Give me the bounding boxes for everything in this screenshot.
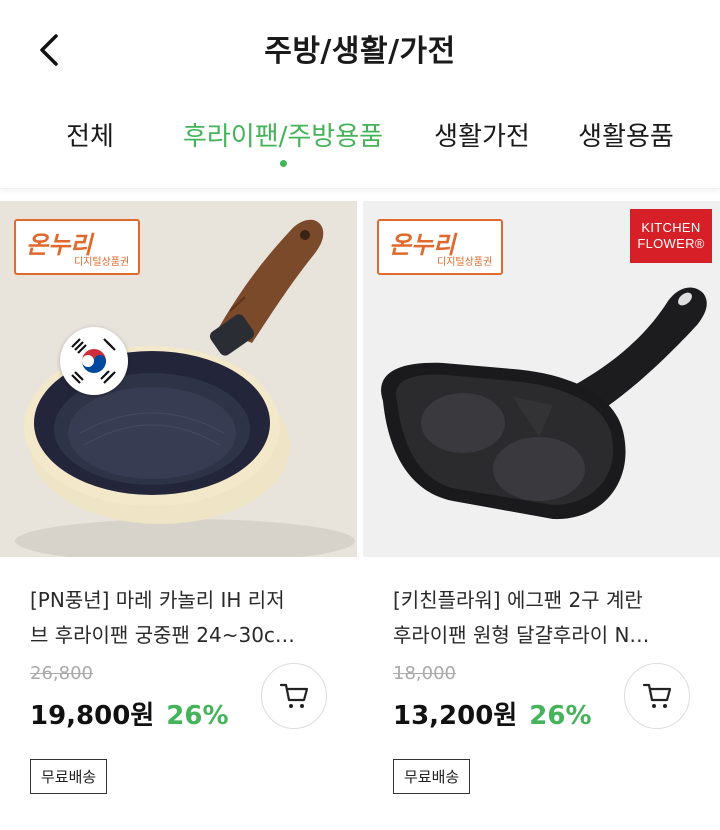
tab-fryingpan-kitchen[interactable]: 후라이팬/주방용품 (182, 116, 384, 167)
free-shipping-badge: 무료배송 (30, 759, 108, 794)
tab-home-appliances[interactable]: 생활가전 (434, 116, 530, 153)
sale-price: 13,200원 26% (393, 695, 592, 732)
tab-label: 후라이팬/주방용품 (182, 122, 384, 152)
price-value: 19,800원 (30, 701, 155, 731)
page-title: 주방/생활/가전 (264, 34, 456, 69)
product-name-line: 후라이팬 원형 달걀후라이 N… (393, 623, 650, 647)
brand-badge-line: KITCHEN (641, 220, 701, 235)
product-image: 온누리 디지털상품권 (0, 201, 357, 557)
onnuri-subtitle: 디지털상품권 (74, 257, 130, 268)
header: 주방/생활/가전 (0, 0, 720, 100)
product-card[interactable]: 온누리 디지털상품권 KITCHEN FLOWER® [키친플라워] 에그팬 2… (363, 201, 720, 821)
tab-all[interactable]: 전체 (66, 116, 114, 153)
onnuri-voucher-badge: 온누리 디지털상품권 (14, 219, 140, 275)
product-name[interactable]: [키친플라워] 에그팬 2구 계란 후라이팬 원형 달걀후라이 N… (393, 583, 693, 653)
category-tabs: 전체 후라이팬/주방용품 생활가전 생활용품 (0, 100, 720, 189)
brand-badge-line: FLOWER® (637, 236, 705, 251)
product-card[interactable]: 온누리 디지털상품권 [PN풍년] 마레 카놀리 IH 리저 브 후라이팬 궁중… (0, 201, 357, 821)
onnuri-voucher-badge: 온누리 디지털상품권 (377, 219, 503, 275)
product-name-line: [키친플라워] 에그팬 2구 계란 (393, 588, 643, 612)
active-tab-indicator (280, 160, 287, 167)
product-image: 온누리 디지털상품권 KITCHEN FLOWER® (363, 201, 720, 557)
product-name-line: [PN풍년] 마레 카놀리 IH 리저 (30, 588, 285, 612)
product-name-line: 브 후라이팬 궁중팬 24~30c… (30, 623, 295, 647)
sale-price: 19,800원 26% (30, 695, 229, 732)
korea-flag-icon (60, 327, 128, 395)
discount-rate: 26% (166, 701, 229, 731)
discount-rate: 26% (529, 701, 592, 731)
cart-icon (279, 683, 309, 708)
product-name[interactable]: [PN풍년] 마레 카놀리 IH 리저 브 후라이팬 궁중팬 24~30c… (30, 583, 330, 653)
kitchen-flower-brand-badge: KITCHEN FLOWER® (630, 209, 712, 263)
original-price: 18,000 (393, 663, 456, 684)
add-to-cart-button[interactable] (261, 663, 327, 729)
add-to-cart-button[interactable] (624, 663, 690, 729)
original-price: 26,800 (30, 663, 93, 684)
tab-living-goods[interactable]: 생활용품 (578, 116, 674, 153)
free-shipping-badge: 무료배송 (393, 759, 471, 794)
cart-icon (642, 683, 672, 708)
price-value: 13,200원 (393, 701, 518, 731)
onnuri-subtitle: 디지털상품권 (437, 257, 493, 268)
